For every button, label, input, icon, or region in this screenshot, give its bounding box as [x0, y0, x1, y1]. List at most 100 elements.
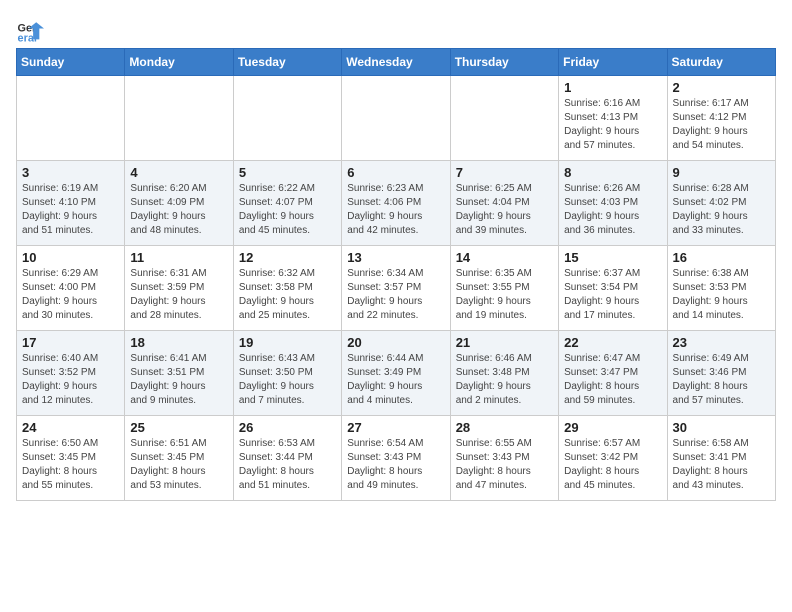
page-header: Gen eral: [16, 16, 776, 44]
day-info: Sunrise: 6:35 AM Sunset: 3:55 PM Dayligh…: [456, 267, 553, 323]
day-info: Sunrise: 6:26 AM Sunset: 4:03 PM Dayligh…: [564, 182, 661, 238]
calendar-day-18: 18Sunrise: 6:41 AM Sunset: 3:51 PM Dayli…: [125, 331, 233, 416]
calendar-day-16: 16 Sunrise: 6:38 AM Sunset: 3:53 PM Dayli…: [667, 246, 775, 331]
calendar-day-1: 1 Sunrise: 6:16 AM Sunset: 4:13 PM Daylig…: [559, 76, 667, 161]
calendar-day-29: 29Sunrise: 6:57 AM Sunset: 3:42 PM Dayli…: [559, 416, 667, 501]
empty-cell: [17, 76, 125, 161]
calendar-day-5: 5Sunrise: 6:22 AM Sunset: 4:07 PM Daylig…: [233, 161, 341, 246]
day-info: Sunrise: 6:28 AM Sunset: 4:02 PM Dayligh…: [673, 182, 770, 238]
empty-cell: [450, 76, 558, 161]
weekday-header-saturday: Saturday: [667, 49, 775, 76]
day-number: 18: [130, 335, 227, 350]
day-number: 12: [239, 250, 336, 265]
calendar-day-20: 20 Sunrise: 6:44 AM Sunset: 3:49 PM Dayli…: [342, 331, 450, 416]
calendar-day-19: 19 Sunrise: 6:43 AM Sunset: 3:50 PM Dayli…: [233, 331, 341, 416]
day-number: 1: [564, 80, 661, 95]
empty-cell: [125, 76, 233, 161]
day-info: Sunrise: 6:47 AM Sunset: 3:47 PM Dayligh…: [564, 352, 661, 408]
day-info: Sunrise: 6:43 AM Sunset: 3:50 PM Dayligh…: [239, 352, 336, 408]
calendar-day-28: 28 Sunrise: 6:55 AM Sunset: 3:43 PM Dayli…: [450, 416, 558, 501]
calendar-day-30: 30Sunrise: 6:58 AM Sunset: 3:41 PM Dayli…: [667, 416, 775, 501]
day-number: 29: [564, 420, 661, 435]
day-info: Sunrise: 6:16 AM Sunset: 4:13 PM Dayligh…: [564, 97, 661, 153]
calendar-day-7: 7 Sunrise: 6:25 AM Sunset: 4:04 PM Daylig…: [450, 161, 558, 246]
calendar-day-17: 17 Sunrise: 6:40 AM Sunset: 3:52 PM Dayli…: [17, 331, 125, 416]
calendar-day-11: 11 Sunrise: 6:31 AM Sunset: 3:59 PM Dayli…: [125, 246, 233, 331]
weekday-header-row: SundayMondayTuesdayWednesdayThursdayFrid…: [17, 49, 776, 76]
day-number: 10: [22, 250, 119, 265]
day-number: 23: [673, 335, 770, 350]
day-info: Sunrise: 6:23 AM Sunset: 4:06 PM Dayligh…: [347, 182, 444, 238]
calendar-week-row: 24 Sunrise: 6:50 AM Sunset: 3:45 PM Dayli…: [17, 416, 776, 501]
calendar-day-14: 14 Sunrise: 6:35 AM Sunset: 3:55 PM Dayli…: [450, 246, 558, 331]
day-info: Sunrise: 6:49 AM Sunset: 3:46 PM Dayligh…: [673, 352, 770, 408]
day-number: 14: [456, 250, 553, 265]
calendar-day-2: 2 Sunrise: 6:17 AM Sunset: 4:12 PM Daylig…: [667, 76, 775, 161]
day-number: 22: [564, 335, 661, 350]
day-number: 16: [673, 250, 770, 265]
calendar-day-24: 24 Sunrise: 6:50 AM Sunset: 3:45 PM Dayli…: [17, 416, 125, 501]
day-number: 7: [456, 165, 553, 180]
day-info: Sunrise: 6:38 AM Sunset: 3:53 PM Dayligh…: [673, 267, 770, 323]
weekday-header-thursday: Thursday: [450, 49, 558, 76]
calendar-day-27: 27Sunrise: 6:54 AM Sunset: 3:43 PM Dayli…: [342, 416, 450, 501]
day-info: Sunrise: 6:46 AM Sunset: 3:48 PM Dayligh…: [456, 352, 553, 408]
day-info: Sunrise: 6:58 AM Sunset: 3:41 PM Dayligh…: [673, 437, 770, 493]
day-info: Sunrise: 6:22 AM Sunset: 4:07 PM Dayligh…: [239, 182, 336, 238]
empty-cell: [233, 76, 341, 161]
day-info: Sunrise: 6:19 AM Sunset: 4:10 PM Dayligh…: [22, 182, 119, 238]
day-number: 4: [130, 165, 227, 180]
calendar-table: SundayMondayTuesdayWednesdayThursdayFrid…: [16, 48, 776, 501]
logo-icon: Gen eral: [16, 16, 44, 44]
calendar-week-row: 10 Sunrise: 6:29 AM Sunset: 4:00 PM Dayli…: [17, 246, 776, 331]
day-info: Sunrise: 6:31 AM Sunset: 3:59 PM Dayligh…: [130, 267, 227, 323]
day-number: 8: [564, 165, 661, 180]
calendar-day-3: 3 Sunrise: 6:19 AM Sunset: 4:10 PM Daylig…: [17, 161, 125, 246]
calendar-week-row: 17 Sunrise: 6:40 AM Sunset: 3:52 PM Dayli…: [17, 331, 776, 416]
day-number: 25: [130, 420, 227, 435]
day-number: 11: [130, 250, 227, 265]
day-info: Sunrise: 6:29 AM Sunset: 4:00 PM Dayligh…: [22, 267, 119, 323]
calendar-day-15: 15Sunrise: 6:37 AM Sunset: 3:54 PM Dayli…: [559, 246, 667, 331]
weekday-header-wednesday: Wednesday: [342, 49, 450, 76]
weekday-header-monday: Monday: [125, 49, 233, 76]
calendar-day-22: 22 Sunrise: 6:47 AM Sunset: 3:47 PM Dayli…: [559, 331, 667, 416]
day-info: Sunrise: 6:54 AM Sunset: 3:43 PM Dayligh…: [347, 437, 444, 493]
day-info: Sunrise: 6:40 AM Sunset: 3:52 PM Dayligh…: [22, 352, 119, 408]
calendar-day-13: 13Sunrise: 6:34 AM Sunset: 3:57 PM Dayli…: [342, 246, 450, 331]
day-number: 6: [347, 165, 444, 180]
day-info: Sunrise: 6:55 AM Sunset: 3:43 PM Dayligh…: [456, 437, 553, 493]
calendar-day-12: 12Sunrise: 6:32 AM Sunset: 3:58 PM Dayli…: [233, 246, 341, 331]
day-info: Sunrise: 6:51 AM Sunset: 3:45 PM Dayligh…: [130, 437, 227, 493]
day-number: 3: [22, 165, 119, 180]
day-number: 17: [22, 335, 119, 350]
weekday-header-tuesday: Tuesday: [233, 49, 341, 76]
day-info: Sunrise: 6:50 AM Sunset: 3:45 PM Dayligh…: [22, 437, 119, 493]
day-info: Sunrise: 6:44 AM Sunset: 3:49 PM Dayligh…: [347, 352, 444, 408]
day-info: Sunrise: 6:53 AM Sunset: 3:44 PM Dayligh…: [239, 437, 336, 493]
day-number: 2: [673, 80, 770, 95]
calendar-day-8: 8 Sunrise: 6:26 AM Sunset: 4:03 PM Daylig…: [559, 161, 667, 246]
weekday-header-friday: Friday: [559, 49, 667, 76]
day-number: 28: [456, 420, 553, 435]
day-number: 19: [239, 335, 336, 350]
day-number: 21: [456, 335, 553, 350]
day-number: 9: [673, 165, 770, 180]
calendar-day-21: 21 Sunrise: 6:46 AM Sunset: 3:48 PM Dayli…: [450, 331, 558, 416]
day-number: 20: [347, 335, 444, 350]
day-info: Sunrise: 6:20 AM Sunset: 4:09 PM Dayligh…: [130, 182, 227, 238]
day-info: Sunrise: 6:17 AM Sunset: 4:12 PM Dayligh…: [673, 97, 770, 153]
day-number: 13: [347, 250, 444, 265]
day-number: 26: [239, 420, 336, 435]
day-number: 24: [22, 420, 119, 435]
calendar-day-9: 9 Sunrise: 6:28 AM Sunset: 4:02 PM Daylig…: [667, 161, 775, 246]
weekday-header-sunday: Sunday: [17, 49, 125, 76]
day-number: 15: [564, 250, 661, 265]
calendar-week-row: 3 Sunrise: 6:19 AM Sunset: 4:10 PM Daylig…: [17, 161, 776, 246]
calendar-day-23: 23 Sunrise: 6:49 AM Sunset: 3:46 PM Dayli…: [667, 331, 775, 416]
day-info: Sunrise: 6:25 AM Sunset: 4:04 PM Dayligh…: [456, 182, 553, 238]
empty-cell: [342, 76, 450, 161]
calendar-day-25: 25 Sunrise: 6:51 AM Sunset: 3:45 PM Dayli…: [125, 416, 233, 501]
logo: Gen eral: [16, 16, 48, 44]
calendar-week-row: 1 Sunrise: 6:16 AM Sunset: 4:13 PM Daylig…: [17, 76, 776, 161]
